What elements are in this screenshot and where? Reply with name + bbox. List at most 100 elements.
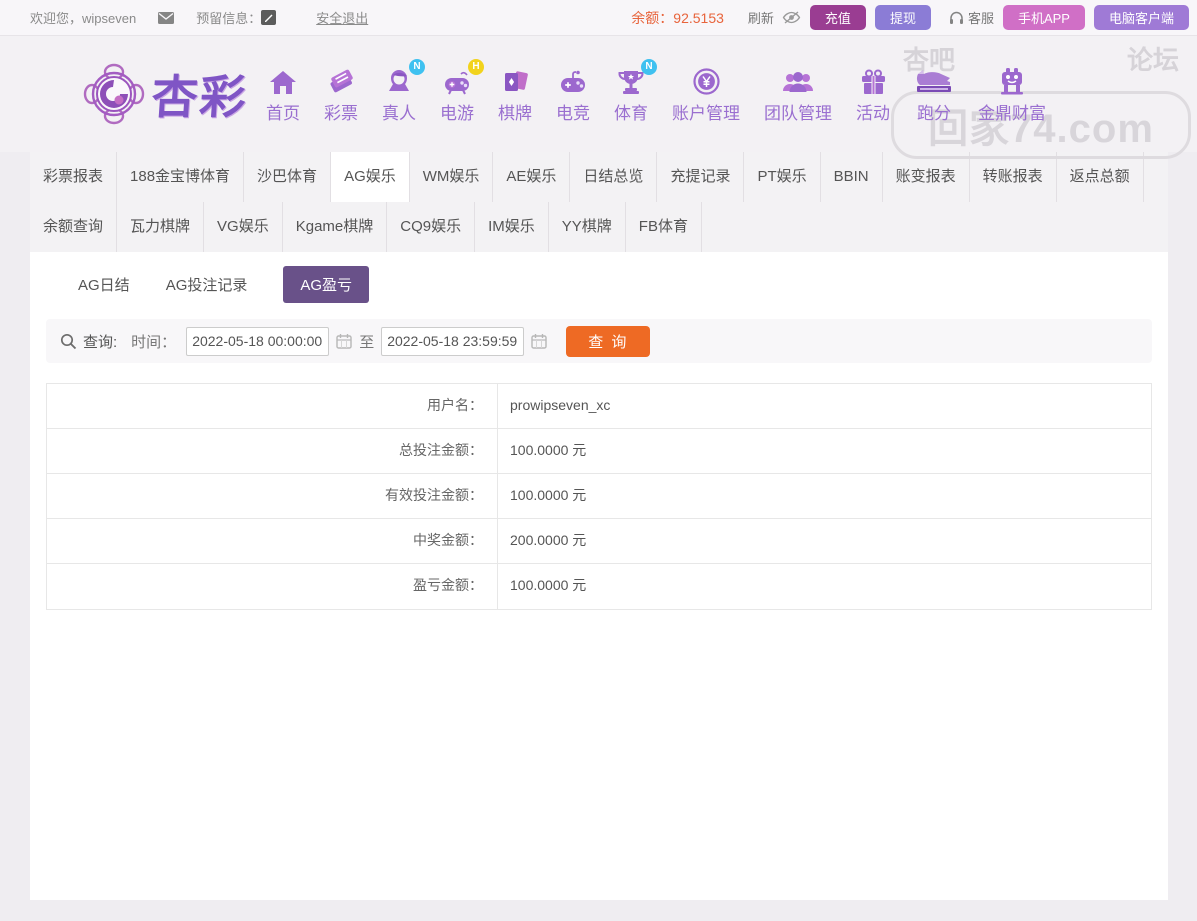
customer-service[interactable]: 客服 [945,8,994,27]
gift-icon [860,65,887,95]
tab-yy[interactable]: YY棋牌 [549,202,626,252]
table-row: 有效投注金额： 100.0000 元 [47,474,1151,519]
tab-deposit-withdraw[interactable]: 充提记录 [657,152,744,202]
recharge-button[interactable]: 充值 [810,5,866,30]
calendar-icon[interactable] [336,333,352,349]
tab-content: AG日结 AG投注记录 AG盈亏 查询: 时间： 至 查 询 用户名： [30,252,1168,900]
welcome-text: 欢迎您，wipseven [30,8,136,27]
row-label: 总投注金额： [47,429,498,473]
mobile-app-button[interactable]: 手机APP [1003,5,1085,30]
report-tabbar: 彩票报表 188金宝博体育 沙巴体育 AG娱乐 WM娱乐 AE娱乐 日结总览 充… [30,152,1168,252]
watermark-right: 论坛 [1127,40,1179,77]
message-envelope-icon[interactable] [158,12,174,24]
cards-icon [502,65,528,95]
ag-subtabs: AG日结 AG投注记录 AG盈亏 [30,252,1168,303]
tab-pt[interactable]: PT娱乐 [744,152,820,202]
tab-row-2: 余额查询 瓦力棋牌 VG娱乐 Kgame棋牌 CQ9娱乐 IM娱乐 YY棋牌 F… [30,202,1168,252]
tab-lottery-report[interactable]: 彩票报表 [30,152,117,202]
row-value: 100.0000 元 [498,564,586,609]
row-value: 100.0000 元 [498,429,586,473]
reserved-info-label: 预留信息： [196,8,261,27]
tab-wm[interactable]: WM娱乐 [410,152,494,202]
home-icon [269,65,297,95]
to-label: 至 [359,331,374,352]
refresh-link[interactable]: 刷新 [748,8,774,27]
tab-kgame[interactable]: Kgame棋牌 [283,202,388,252]
tab-cq9[interactable]: CQ9娱乐 [387,202,475,252]
tab-rebate-total[interactable]: 返点总额 [1057,152,1144,202]
coin-yuan-icon [693,65,720,95]
nav-item-egames[interactable]: H 电游 [428,65,486,124]
table-row: 用户名： prowipseven_xc [47,384,1151,429]
row-label: 用户名： [47,384,498,428]
logo-text: 杏彩 [150,61,251,127]
nav-item-account[interactable]: 账户管理 [660,65,752,124]
nav-item-cards[interactable]: 棋牌 [486,65,544,124]
pc-client-button[interactable]: 电脑客户端 [1094,5,1189,30]
nav-item-esports[interactable]: 电竞 [544,65,602,124]
row-value: 100.0000 元 [498,474,586,518]
trophy-icon: N [617,65,645,95]
tab-fb[interactable]: FB体育 [626,202,702,252]
eye-slash-icon[interactable] [782,11,801,24]
balance-value: 92.5153 [673,10,724,26]
lottery-ticket-icon [327,65,355,95]
edit-icon[interactable] [261,10,276,25]
nav-item-promo[interactable]: 活动 [844,65,902,124]
nav-item-jinding[interactable]: 金鼎财富 [966,65,1058,124]
nav-item-home[interactable]: 首页 [254,65,312,124]
slots-gamepad-icon: H [442,65,472,95]
new-badge: N [409,59,425,75]
search-icon [60,333,77,350]
row-label: 有效投注金额： [47,474,498,518]
ag-profit-table: 用户名： prowipseven_xc 总投注金额： 100.0000 元 有效… [46,383,1152,610]
row-value: 200.0000 元 [498,519,586,563]
tab-ag[interactable]: AG娱乐 [331,152,410,202]
tab-shaba-sports[interactable]: 沙巴体育 [244,152,331,202]
main-nav: 首页 彩票 N 真人 H 电游 棋牌 [254,65,1058,124]
tab-vg[interactable]: VG娱乐 [204,202,283,252]
subtab-ag-profit[interactable]: AG盈亏 [283,266,369,303]
site-header: 杏吧 论坛 回家74.com 杏彩 首页 [0,36,1197,152]
nav-item-lottery[interactable]: 彩票 [312,65,370,124]
tab-188-sports[interactable]: 188金宝博体育 [117,152,244,202]
nav-item-sports[interactable]: N 体育 [602,65,660,124]
nav-item-paofen[interactable]: 跑分 [902,65,966,124]
nav-item-live[interactable]: N 真人 [370,65,428,124]
table-row: 总投注金额： 100.0000 元 [47,429,1151,474]
row-label: 中奖金额： [47,519,498,563]
tab-bbin[interactable]: BBIN [821,152,883,202]
customer-service-label: 客服 [968,8,994,27]
start-time-input[interactable] [186,327,329,356]
hot-badge: H [468,59,484,75]
tab-transfer-report[interactable]: 转账报表 [970,152,1057,202]
end-time-input[interactable] [381,327,524,356]
row-value: prowipseven_xc [498,384,610,428]
site-logo[interactable]: 杏彩 [82,61,248,127]
tab-ae[interactable]: AE娱乐 [493,152,570,202]
cauldron-icon [997,65,1027,95]
top-bar-right: 余额： 92.5153 刷新 充值 提现 客服 手机APP 电脑客户端 [631,5,1189,30]
withdraw-button[interactable]: 提现 [875,5,931,30]
top-bar: 欢迎您，wipseven 预留信息： 安全退出 余额： 92.5153 刷新 充… [0,0,1197,36]
main-panel: 彩票报表 188金宝博体育 沙巴体育 AG娱乐 WM娱乐 AE娱乐 日结总览 充… [30,152,1168,900]
table-row: 中奖金额： 200.0000 元 [47,519,1151,564]
tab-balance-query[interactable]: 余额查询 [30,202,117,252]
tab-daily-overview[interactable]: 日结总览 [570,152,657,202]
team-icon [782,65,814,95]
headset-icon [949,11,964,25]
subtab-ag-bets[interactable]: AG投注记录 [166,266,248,303]
query-label: 查询: [83,331,117,352]
calendar-icon[interactable] [531,333,547,349]
nav-item-team[interactable]: 团队管理 [752,65,844,124]
subtab-ag-daily[interactable]: AG日结 [78,266,130,303]
safe-logout-link[interactable]: 安全退出 [316,8,368,27]
tab-account-change[interactable]: 账变报表 [883,152,970,202]
balance-label: 余额： [631,8,673,28]
tab-im[interactable]: IM娱乐 [475,202,549,252]
query-submit-button[interactable]: 查 询 [566,326,650,357]
tab-wali[interactable]: 瓦力棋牌 [117,202,204,252]
tab-row-1: 彩票报表 188金宝博体育 沙巴体育 AG娱乐 WM娱乐 AE娱乐 日结总览 充… [30,152,1168,202]
query-toolbar: 查询: 时间： 至 查 询 [46,319,1152,363]
rhino-icon [914,65,954,95]
